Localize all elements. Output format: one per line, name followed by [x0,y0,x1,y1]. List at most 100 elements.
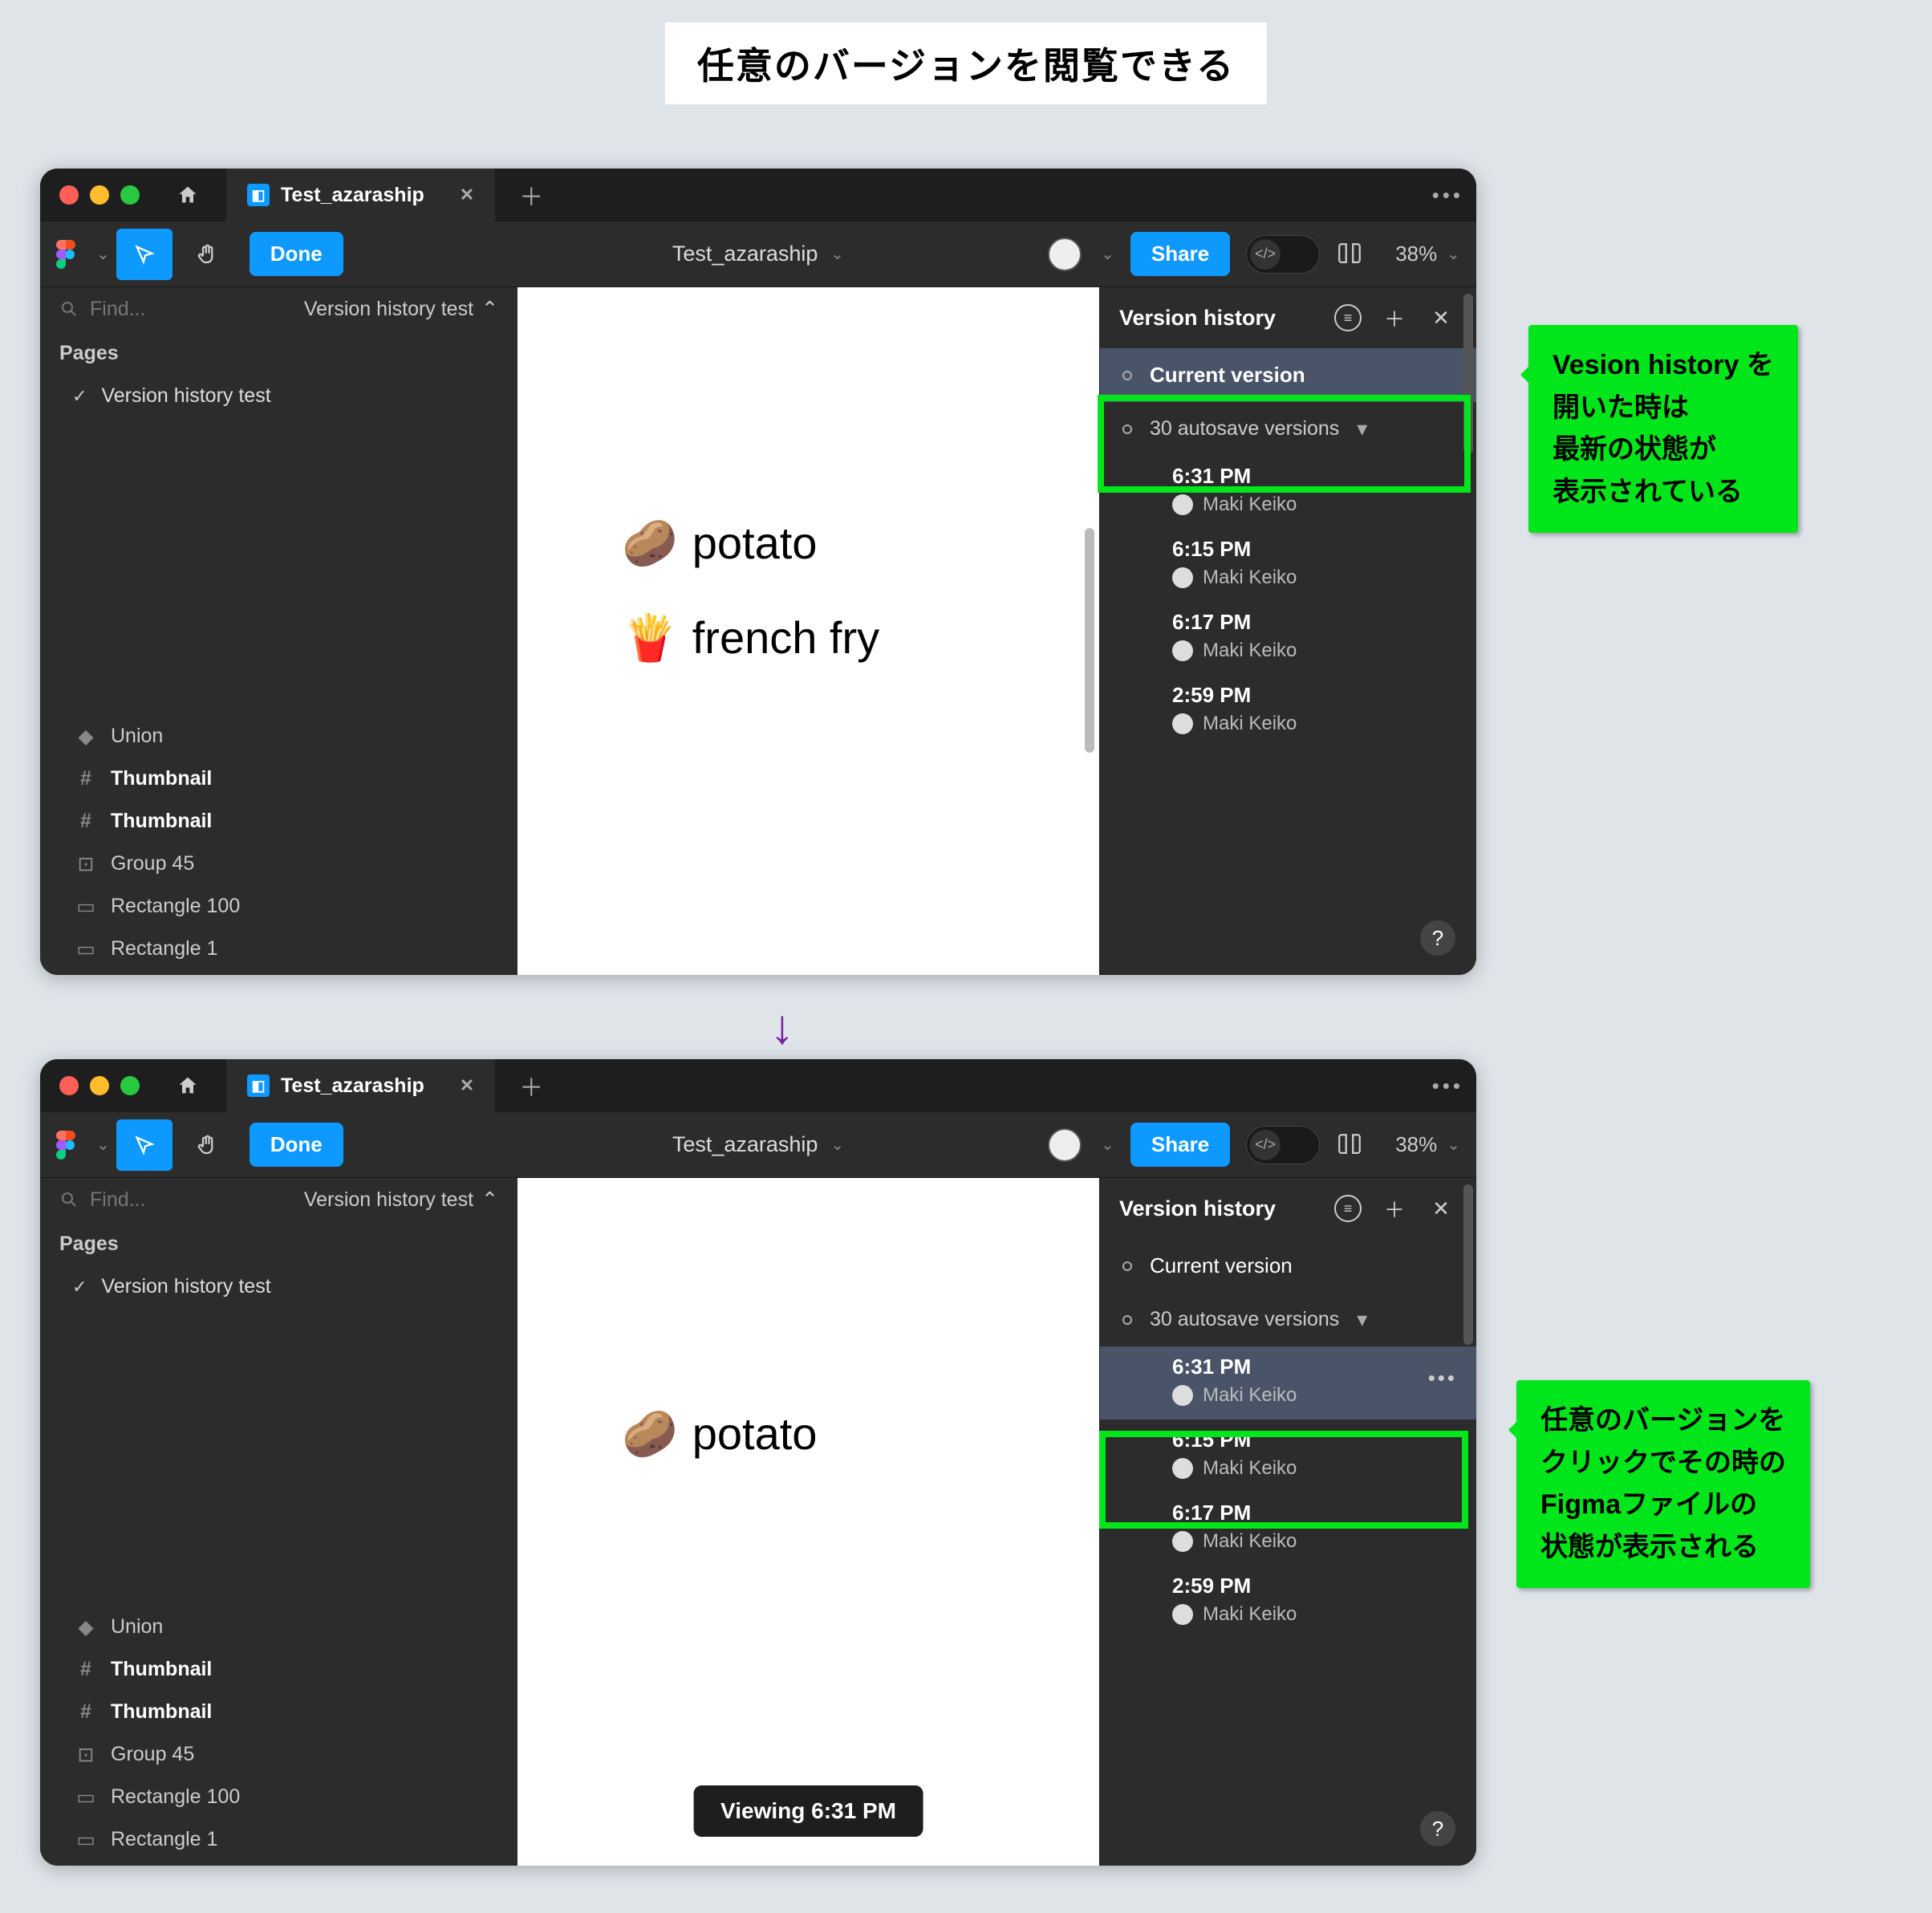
version-history-panel: Version history ≡ ＋ ✕ Current version 30… [1099,1178,1476,1866]
page-selector[interactable]: Version history test ⌃ [304,297,498,321]
minimize-window-button[interactable] [90,1076,109,1095]
document-title[interactable]: Test_azaraship ⌄ [672,242,844,266]
canvas-scrollbar[interactable] [1085,528,1094,753]
hand-tool-button[interactable] [179,229,235,280]
move-tool-button[interactable] [116,1119,172,1171]
filter-button[interactable]: ≡ [1332,1192,1364,1225]
panel-scrollbar[interactable] [1463,1184,1473,1345]
layer-item[interactable]: ▭Rectangle 1 [40,1818,518,1861]
canvas[interactable]: 🥔potato 🍟french fry [518,287,1099,975]
done-button[interactable]: Done [250,232,343,276]
layer-label: Union [111,1615,163,1639]
figma-menu-button[interactable] [56,239,87,270]
window-menu-icon[interactable]: ••• [1432,183,1463,208]
dev-mode-toggle[interactable]: </> [1246,1126,1320,1164]
add-version-button[interactable]: ＋ [1378,1192,1410,1225]
help-button[interactable]: ? [1420,1811,1455,1846]
close-panel-button[interactable]: ✕ [1425,302,1457,334]
traffic-lights [59,1076,140,1095]
share-button[interactable]: Share [1130,232,1230,276]
layer-item[interactable]: #Thumbnail [40,800,518,843]
layer-item[interactable]: ⊡Group 45 [40,843,518,885]
version-entry[interactable]: 2:59 PM Maki Keiko [1100,675,1476,748]
user-avatar[interactable] [1048,238,1082,271]
version-entry[interactable]: 6:17 PM Maki Keiko [1100,602,1476,675]
new-tab-button[interactable]: ＋ [519,177,543,213]
chevron-down-icon[interactable]: ⌄ [1101,1135,1114,1155]
layer-item[interactable]: ◆Union [40,1606,518,1648]
move-tool-button[interactable] [116,229,172,280]
version-dot-icon [1122,424,1132,434]
done-button[interactable]: Done [250,1123,343,1167]
layer-item[interactable]: #Thumbnail [40,1648,518,1691]
filter-icon: ≡ [1334,1195,1362,1222]
autosave-group-row[interactable]: 30 autosave versions ▾ [1100,402,1476,456]
file-tab[interactable]: ◧ Test_azaraship ✕ [226,1059,495,1112]
user-avatar[interactable] [1048,1128,1082,1162]
version-entry[interactable]: 6:17 PM Maki Keiko [1100,1493,1476,1566]
chevron-down-icon[interactable]: ⌄ [96,1135,110,1155]
window-menu-icon[interactable]: ••• [1432,1074,1463,1099]
layer-list: ◆Union #Thumbnail #Thumbnail ⊡Group 45 ▭… [40,715,518,975]
page-item[interactable]: ✓ Version history test [40,1267,518,1306]
hand-tool-button[interactable] [179,1119,235,1171]
library-icon[interactable] [1336,1131,1363,1159]
version-time: 6:17 PM [1172,610,1454,635]
close-window-button[interactable] [59,185,79,205]
figma-doc-icon: ◧ [247,1074,270,1097]
layer-label: Thumbnail [111,1700,212,1724]
version-entry[interactable]: 6:15 PM Maki Keiko [1100,1420,1476,1493]
layer-label: Thumbnail [111,1658,212,1681]
search-input[interactable] [90,1188,186,1212]
minimize-window-button[interactable] [90,185,109,205]
file-tab[interactable]: ◧ Test_azaraship ✕ [226,169,495,221]
page-selector[interactable]: Version history test ⌃ [304,1188,498,1212]
close-window-button[interactable] [59,1076,79,1095]
autosave-group-row[interactable]: 30 autosave versions ▾ [1100,1293,1476,1346]
layer-item[interactable]: #Thumbnail [40,757,518,800]
layer-label: Rectangle 100 [111,895,240,918]
layer-item[interactable]: #Thumbnail [40,1691,518,1733]
page-item[interactable]: ✓ Version history test [40,376,518,416]
version-time: 6:17 PM [1172,1501,1454,1525]
chevron-down-icon[interactable]: ⌄ [96,244,110,264]
layer-item[interactable]: ◆Union [40,715,518,757]
share-button[interactable]: Share [1130,1123,1230,1167]
close-tab-icon[interactable]: ✕ [460,1075,474,1096]
maximize-window-button[interactable] [120,185,140,205]
home-button[interactable] [164,1066,212,1106]
current-version-row[interactable]: Current version [1100,1239,1476,1293]
close-panel-button[interactable]: ✕ [1425,1192,1457,1225]
version-entry[interactable]: 2:59 PM Maki Keiko [1100,1566,1476,1639]
filter-button[interactable]: ≡ [1332,302,1364,334]
version-entry[interactable]: 6:15 PM Maki Keiko [1100,529,1476,602]
panel-scrollbar[interactable] [1463,294,1473,454]
chevron-down-icon[interactable]: ⌄ [1101,244,1114,264]
maximize-window-button[interactable] [120,1076,140,1095]
version-time: 2:59 PM [1172,1574,1454,1598]
home-button[interactable] [164,175,212,215]
new-tab-button[interactable]: ＋ [519,1068,543,1103]
layer-item[interactable]: ▭Rectangle 100 [40,1776,518,1818]
layer-item[interactable]: ▭Rectangle 100 [40,885,518,928]
close-tab-icon[interactable]: ✕ [460,185,474,205]
search-icon [59,299,79,319]
version-time: 2:59 PM [1172,683,1454,708]
layer-item[interactable]: ▭Rectangle 1 [40,928,518,970]
document-title[interactable]: Test_azaraship ⌄ [672,1132,844,1157]
canvas[interactable]: 🥔potato Viewing 6:31 PM [518,1178,1099,1866]
version-entry[interactable]: 6:31 PM Maki Keiko [1100,456,1476,529]
figma-menu-button[interactable] [56,1130,87,1160]
canvas-text: potato [692,518,818,568]
zoom-control[interactable]: 38% ⌄ [1395,1132,1460,1157]
search-input[interactable] [90,298,186,321]
dev-mode-toggle[interactable]: </> [1246,235,1320,274]
current-version-row[interactable]: Current version [1100,348,1476,402]
version-entry[interactable]: 6:31 PM Maki Keiko ••• [1100,1346,1476,1420]
more-options-icon[interactable]: ••• [1428,1366,1457,1391]
add-version-button[interactable]: ＋ [1378,302,1410,334]
library-icon[interactable] [1336,241,1363,268]
help-button[interactable]: ? [1420,920,1455,956]
layer-item[interactable]: ⊡Group 45 [40,1733,518,1776]
zoom-control[interactable]: 38% ⌄ [1395,242,1460,266]
